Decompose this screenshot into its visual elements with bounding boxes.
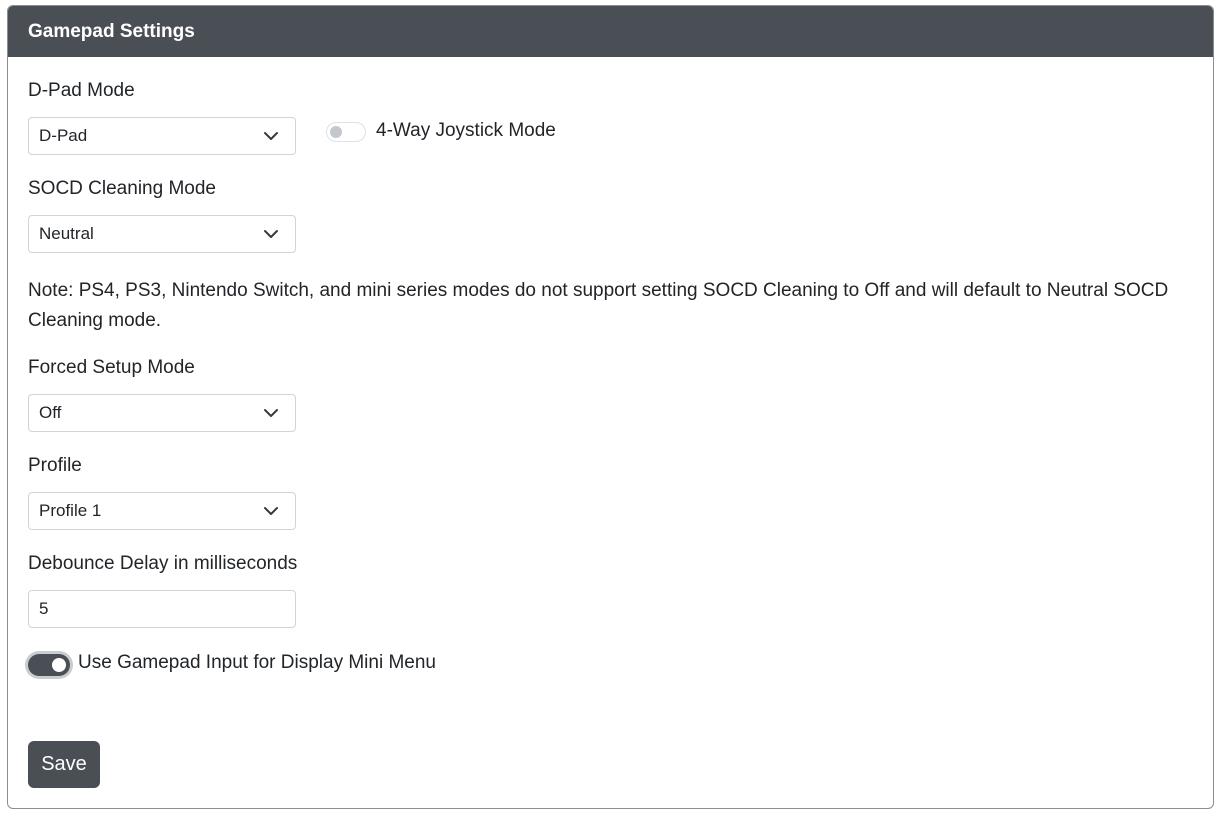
profile-label: Profile — [28, 455, 82, 476]
debounce-input[interactable]: 5 — [28, 590, 296, 628]
debounce-label: Debounce Delay in milliseconds — [28, 553, 298, 574]
joystick-mode-toggle[interactable] — [326, 122, 366, 142]
socd-mode-value: Neutral — [39, 224, 94, 243]
socd-mode-select[interactable]: Neutral — [28, 215, 296, 253]
chevron-down-icon — [264, 230, 278, 238]
chevron-down-icon — [264, 507, 278, 515]
forced-setup-label: Forced Setup Mode — [28, 357, 195, 378]
forced-setup-select[interactable]: Off — [28, 394, 296, 432]
dpad-mode-label: D-Pad Mode — [28, 80, 135, 101]
chevron-down-icon — [264, 409, 278, 417]
socd-mode-label: SOCD Cleaning Mode — [28, 178, 216, 199]
toggle-knob — [330, 126, 342, 138]
joystick-mode-label: 4-Way Joystick Mode — [376, 120, 556, 141]
mini-menu-toggle[interactable] — [25, 651, 73, 679]
save-button[interactable]: Save — [28, 741, 100, 788]
gamepad-settings-card: Gamepad Settings D-Pad Mode D-Pad 4-Way … — [7, 5, 1214, 809]
card-title: Gamepad Settings — [8, 6, 1213, 57]
dpad-mode-select[interactable]: D-Pad — [28, 117, 296, 155]
socd-note: Note: PS4, PS3, Nintendo Switch, and min… — [28, 280, 1169, 331]
chevron-down-icon — [264, 132, 278, 140]
toggle-track — [28, 654, 70, 676]
mini-menu-label: Use Gamepad Input for Display Mini Menu — [78, 652, 436, 673]
profile-select[interactable]: Profile 1 — [28, 492, 296, 530]
forced-setup-value: Off — [39, 403, 62, 422]
toggle-knob — [52, 658, 66, 672]
dpad-mode-value: D-Pad — [39, 126, 88, 145]
profile-value: Profile 1 — [39, 501, 102, 520]
card-body: D-Pad Mode D-Pad 4-Way Joystick Mode SOC… — [8, 57, 1213, 808]
